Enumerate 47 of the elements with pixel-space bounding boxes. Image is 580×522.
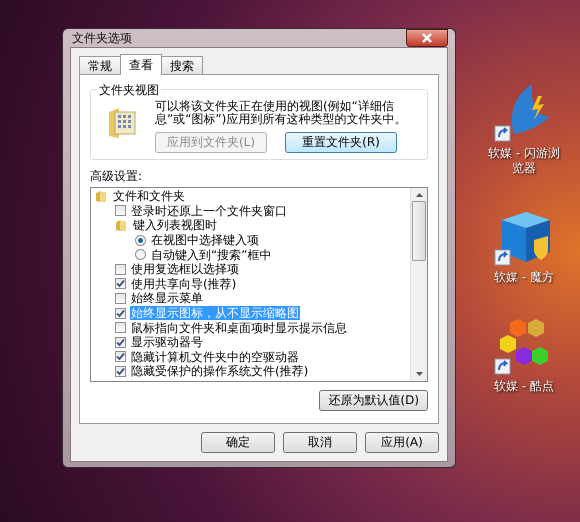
- scrollbar[interactable]: [410, 188, 427, 381]
- tree-item[interactable]: 在视图中选择键入项: [150, 233, 260, 248]
- desktop-icon-label[interactable]: 软媒 - 酷点: [484, 379, 564, 394]
- tree-item[interactable]: 键入列表视图时: [132, 218, 218, 232]
- checkbox[interactable]: [115, 292, 126, 304]
- tree-item[interactable]: 登录时还原上一个文件夹窗口: [130, 204, 288, 218]
- tree-item[interactable]: 使用共享向导(推荐): [130, 276, 238, 291]
- checkbox[interactable]: [115, 366, 126, 377]
- restore-defaults-button[interactable]: 还原为默认值(D): [319, 390, 428, 411]
- group-title: 文件夹视图: [97, 82, 161, 99]
- tab[interactable]: 常规: [79, 56, 121, 74]
- tree-item[interactable]: 鼠标指向文件夹和桌面项时显示提示信息: [130, 320, 348, 335]
- checkbox[interactable]: [115, 278, 126, 290]
- tab[interactable]: 搜索: [161, 56, 203, 74]
- desktop-icon-label[interactable]: 软媒 - 闪游浏览器: [484, 146, 564, 176]
- tree-item[interactable]: 始终显示菜单: [130, 291, 204, 306]
- dialog-button[interactable]: 确定: [201, 432, 275, 453]
- close-button[interactable]: [406, 29, 448, 47]
- dialog-button[interactable]: 取消: [283, 432, 357, 453]
- checkbox[interactable]: [115, 336, 126, 348]
- window-title: 文件夹选项: [71, 30, 132, 46]
- tree-item[interactable]: 文件和文件夹: [112, 189, 186, 204]
- folder-icon: [95, 190, 108, 203]
- tree-item[interactable]: 显示驱动器号: [130, 335, 204, 350]
- checkbox[interactable]: [115, 308, 126, 319]
- checkbox[interactable]: [115, 351, 126, 362]
- tree-item[interactable]: 使用复选框以选择项: [130, 262, 240, 276]
- radio-button[interactable]: [135, 249, 146, 260]
- advanced-label: 高级设置:: [90, 168, 144, 185]
- tree-item[interactable]: 隐藏计算机文件夹中的空驱动器: [130, 350, 300, 364]
- scroll-thumb[interactable]: [412, 201, 426, 261]
- up-arrow-icon: [416, 193, 422, 197]
- desktop-icon-label[interactable]: 软媒 - 魔方: [484, 270, 564, 285]
- tree-item[interactable]: 自动键入到“搜索”框中: [150, 248, 272, 262]
- checkbox[interactable]: [115, 205, 126, 216]
- folder-button[interactable]: 重置文件夹(R): [285, 132, 397, 153]
- folder-view-icon: [107, 106, 137, 140]
- radio-button[interactable]: [135, 234, 146, 246]
- close-icon: [421, 33, 433, 43]
- tree-item[interactable]: 隐藏受保护的操作系统文件(推荐): [130, 364, 310, 378]
- tab[interactable]: 查看: [120, 54, 162, 75]
- description-text: 可以将该文件夹正在使用的视图(例如“详细信息”或“图标”)应用到所有这种类型的文件夹中。: [155, 100, 408, 126]
- checkbox[interactable]: [115, 264, 126, 275]
- checkbox[interactable]: [115, 322, 126, 334]
- folder-icon: [115, 218, 128, 232]
- dialog-button[interactable]: 应用(A): [365, 432, 439, 453]
- down-arrow-icon: [416, 372, 422, 376]
